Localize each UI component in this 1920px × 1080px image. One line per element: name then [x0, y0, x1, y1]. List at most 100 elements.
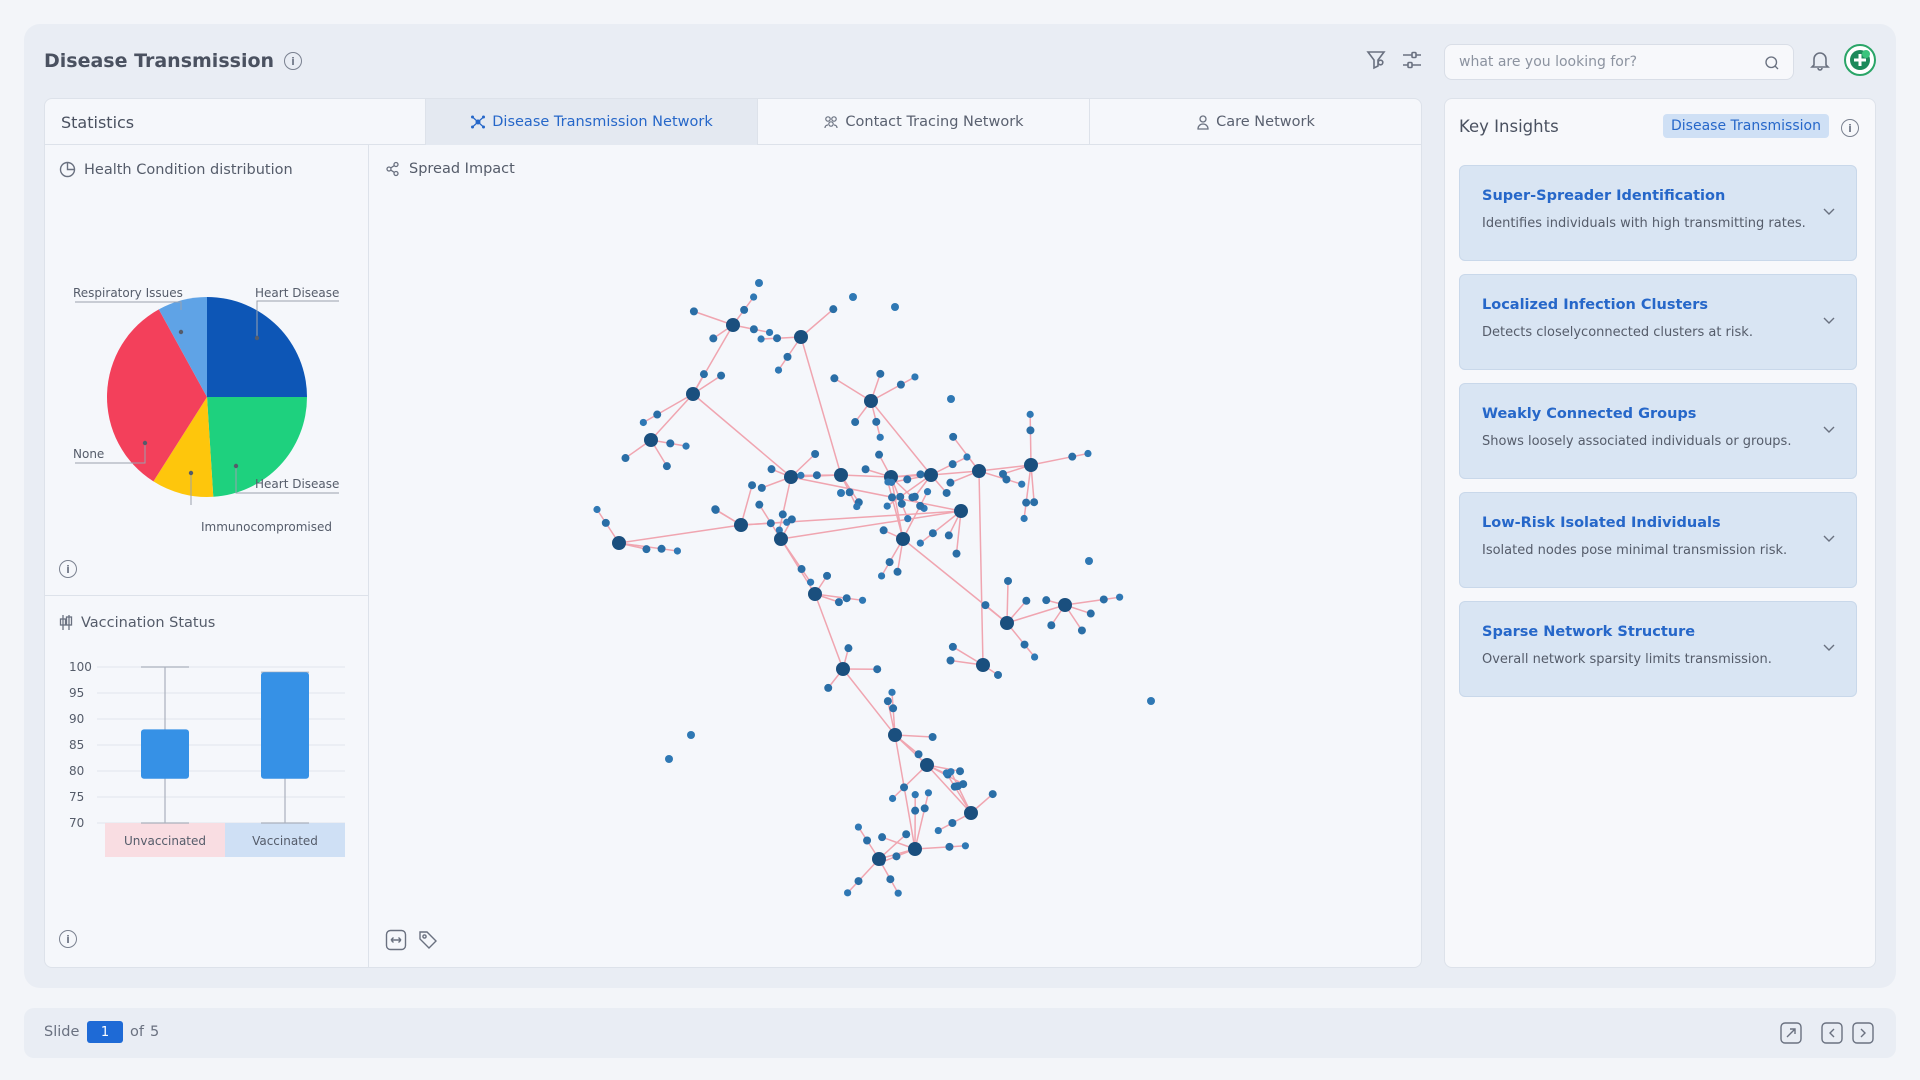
network-node[interactable]	[910, 492, 919, 501]
tab-care-network[interactable]: Care Network	[1089, 99, 1421, 145]
network-node[interactable]	[797, 471, 805, 479]
network-node[interactable]	[1004, 576, 1013, 585]
network-node[interactable]	[749, 325, 758, 334]
network-node[interactable]	[830, 374, 839, 383]
network-node[interactable]	[947, 768, 955, 776]
info-icon[interactable]: i	[1841, 119, 1859, 137]
isolated-node[interactable]	[1085, 557, 1093, 565]
insight-super-spreader[interactable]: Super-Spreader Identification Identifies…	[1459, 165, 1857, 261]
network-node[interactable]	[911, 373, 919, 381]
network-node[interactable]	[893, 567, 902, 576]
network-node[interactable]	[1086, 609, 1095, 618]
network-node[interactable]	[888, 493, 897, 502]
network-node[interactable]	[948, 818, 957, 827]
insight-filter-badge[interactable]: Disease Transmission	[1663, 114, 1829, 138]
network-node[interactable]	[1077, 626, 1086, 635]
network-node[interactable]	[1042, 596, 1051, 605]
network-node[interactable]	[773, 334, 782, 343]
network-node[interactable]	[757, 335, 765, 343]
chevron-right-icon[interactable]	[1852, 1022, 1874, 1044]
network-node[interactable]	[952, 549, 961, 558]
slide-number-input[interactable]	[87, 1021, 123, 1043]
network-hub-node[interactable]	[896, 532, 910, 546]
search-icon[interactable]	[1763, 54, 1781, 72]
network-node[interactable]	[924, 789, 933, 797]
network-node[interactable]	[994, 670, 1003, 679]
insight-low-risk-isolated[interactable]: Low-Risk Isolated Individuals Isolated n…	[1459, 492, 1857, 588]
network-node[interactable]	[892, 852, 901, 861]
network-node[interactable]	[1099, 595, 1108, 604]
network-node[interactable]	[774, 366, 783, 374]
network-node[interactable]	[709, 334, 718, 343]
network-node[interactable]	[920, 804, 929, 813]
network-hub-node[interactable]	[836, 662, 850, 676]
network-node[interactable]	[896, 380, 905, 389]
network-hub-node[interactable]	[972, 464, 986, 478]
network-node[interactable]	[682, 442, 690, 450]
isolated-node[interactable]	[1147, 697, 1155, 705]
network-node[interactable]	[757, 483, 766, 492]
network-node[interactable]	[778, 510, 787, 519]
network-node[interactable]	[851, 418, 860, 427]
transmission-network-graph[interactable]	[371, 239, 1421, 899]
network-node[interactable]	[902, 830, 911, 839]
network-node[interactable]	[1047, 621, 1056, 630]
network-node[interactable]	[911, 791, 919, 799]
network-node[interactable]	[904, 515, 912, 523]
network-node[interactable]	[1031, 653, 1039, 661]
network-node[interactable]	[998, 469, 1007, 478]
network-hub-node[interactable]	[726, 318, 740, 332]
network-node[interactable]	[885, 558, 894, 567]
box[interactable]	[141, 729, 189, 779]
network-node[interactable]	[944, 531, 953, 540]
network-node[interactable]	[853, 502, 861, 511]
network-hub-node[interactable]	[784, 470, 798, 484]
isolated-node[interactable]	[665, 755, 673, 763]
network-node[interactable]	[765, 328, 774, 337]
network-node[interactable]	[876, 433, 884, 441]
network-node[interactable]	[883, 697, 892, 706]
network-node[interactable]	[657, 544, 666, 553]
network-node[interactable]	[711, 505, 720, 514]
network-node[interactable]	[766, 519, 775, 528]
network-node[interactable]	[811, 450, 820, 459]
info-icon[interactable]: i	[59, 930, 77, 948]
network-node[interactable]	[755, 500, 764, 509]
isolated-node[interactable]	[837, 489, 845, 497]
network-node[interactable]	[717, 371, 726, 380]
isolated-node[interactable]	[849, 293, 857, 301]
network-node[interactable]	[1084, 449, 1092, 458]
network-node[interactable]	[829, 305, 838, 314]
chevron-down-icon[interactable]	[1822, 313, 1836, 327]
network-node[interactable]	[1020, 514, 1028, 523]
info-icon[interactable]: i	[59, 560, 77, 578]
network-hub-node[interactable]	[644, 433, 658, 447]
insight-sparse-structure[interactable]: Sparse Network Structure Overall network…	[1459, 601, 1857, 697]
network-node[interactable]	[812, 471, 821, 480]
network-node[interactable]	[1026, 426, 1035, 435]
box[interactable]	[261, 672, 309, 779]
network-node[interactable]	[1022, 596, 1031, 605]
tab-disease-transmission-network[interactable]: Disease Transmission Network	[425, 99, 757, 145]
network-hub-node[interactable]	[924, 468, 938, 482]
network-hub-node[interactable]	[920, 758, 934, 772]
network-node[interactable]	[953, 782, 962, 791]
network-node[interactable]	[877, 572, 886, 580]
isolated-node[interactable]	[947, 395, 955, 403]
network-node[interactable]	[923, 488, 932, 496]
chevron-down-icon[interactable]	[1822, 422, 1836, 436]
network-node[interactable]	[878, 833, 887, 842]
network-node[interactable]	[894, 889, 902, 897]
chevron-down-icon[interactable]	[1822, 204, 1836, 218]
network-node[interactable]	[900, 783, 909, 792]
network-node[interactable]	[873, 665, 882, 674]
network-node[interactable]	[916, 501, 925, 510]
network-node[interactable]	[916, 470, 925, 479]
network-node[interactable]	[884, 478, 892, 486]
network-node[interactable]	[963, 453, 971, 461]
network-node[interactable]	[888, 794, 897, 803]
fit-width-icon[interactable]	[385, 929, 407, 951]
network-hub-node[interactable]	[864, 394, 878, 408]
network-node[interactable]	[863, 836, 872, 845]
settings-sliders-icon[interactable]	[1400, 48, 1424, 72]
